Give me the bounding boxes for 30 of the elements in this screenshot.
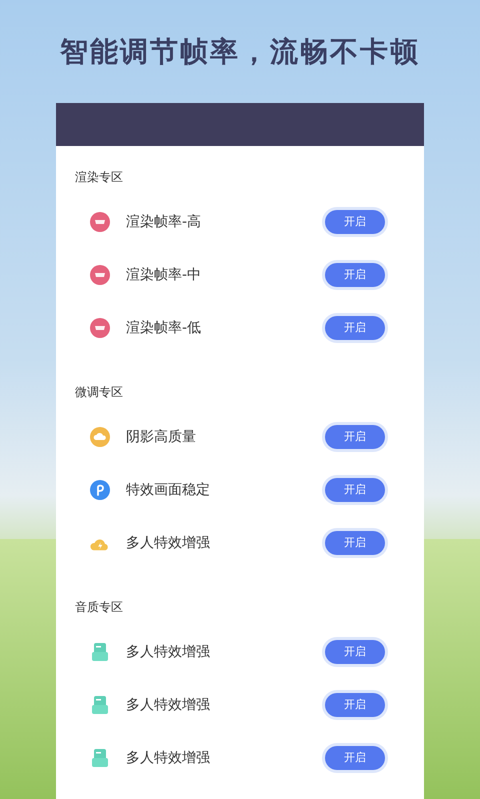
badge-icon [90,318,110,338]
section-title: 音质专区 [75,599,124,616]
badge-icon [90,264,110,284]
setting-label: 阴影高质量 [126,428,197,446]
badge-icon [90,212,110,232]
cloud-icon [90,426,110,446]
section-title: 微调专区 [75,384,124,401]
enable-button[interactable]: 开启 [325,478,385,502]
enable-button[interactable]: 开启 [325,424,385,448]
setting-label: 多人特效增强 [126,642,211,660]
setting-label: 渲染帧率-高 [126,212,202,230]
letter-p-icon [90,480,110,500]
enable-button[interactable]: 开启 [325,692,385,716]
enable-button[interactable]: 开启 [325,316,385,340]
setting-label: 渲染帧率-中 [126,266,202,284]
setting-label: 多人特效增强 [126,748,211,766]
setting-label: 特效画面稳定 [126,480,211,498]
setting-label: 多人特效增强 [126,696,211,714]
enable-button[interactable]: 开启 [325,530,385,554]
tray-icon [90,748,110,768]
enable-button[interactable]: 开启 [325,640,385,664]
headline: 智能调节帧率，流畅不卡顿 [60,34,420,70]
section-title: 渲染专区 [75,169,124,186]
enable-button[interactable]: 开启 [325,262,385,286]
enable-button[interactable]: 开启 [325,746,385,770]
tray-icon [90,694,110,714]
enable-button[interactable]: 开启 [325,210,385,234]
setting-label: 渲染帧率-低 [126,318,202,336]
setting-label: 多人特效增强 [126,534,211,552]
tray-icon [90,642,110,662]
